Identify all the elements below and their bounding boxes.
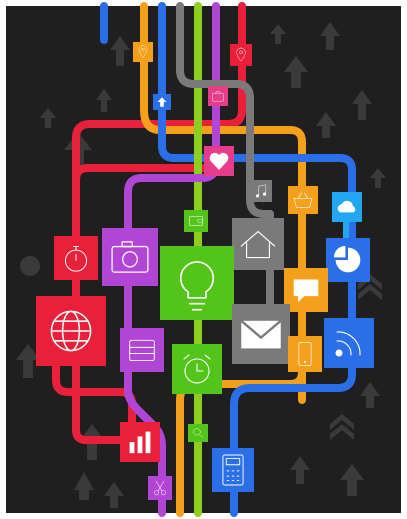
- tile-music-icon: [250, 180, 272, 202]
- tile-phone-icon: [288, 336, 322, 372]
- artwork-frame: [0, 0, 407, 519]
- tile-arrow-icon: [153, 94, 171, 110]
- tile-calculator-icon: [212, 448, 254, 492]
- tile-calendar-icon: [120, 328, 164, 372]
- tile-background: [120, 328, 164, 372]
- tile-background: [230, 44, 252, 66]
- tile-mail-icon: [232, 304, 290, 364]
- tile-background: [288, 336, 322, 372]
- tile-background: [288, 186, 318, 214]
- exclamation-icon: [20, 256, 41, 276]
- tile-chart-icon: [120, 422, 160, 462]
- tile-camera-icon: [102, 228, 158, 286]
- tile-home-icon: [232, 218, 284, 270]
- tile-basket-icon: [288, 186, 318, 214]
- tile-stopwatch-icon: [54, 236, 98, 280]
- tile-background: [184, 210, 208, 232]
- tile-background: [324, 318, 374, 368]
- tile-cloud-icon: [332, 192, 362, 222]
- tile-gps-icon: [133, 42, 153, 62]
- envelope-icon: [240, 319, 282, 349]
- connected-apps-illustration: [0, 0, 407, 519]
- tile-scissors-icon: [148, 476, 172, 500]
- tile-background: [102, 228, 158, 286]
- tile-rss-icon: [324, 318, 374, 368]
- tile-heart-icon: [204, 146, 234, 176]
- tile-lightbulb-icon: [160, 246, 234, 320]
- tile-background: [208, 86, 228, 106]
- tile-alarm-icon: [172, 344, 222, 394]
- tile-background: [232, 218, 284, 270]
- tile-background: [133, 42, 153, 62]
- tile-location-icon: [230, 44, 252, 66]
- tile-background: [188, 424, 208, 442]
- tile-wallet-icon: [184, 210, 208, 232]
- tile-search-icon: [188, 424, 208, 442]
- tile-chat-icon: [284, 268, 328, 312]
- tile-briefcase-icon: [208, 86, 228, 106]
- tile-piechart-icon: [326, 238, 370, 282]
- tile-globe-icon: [36, 296, 106, 366]
- tile-background: [250, 180, 272, 202]
